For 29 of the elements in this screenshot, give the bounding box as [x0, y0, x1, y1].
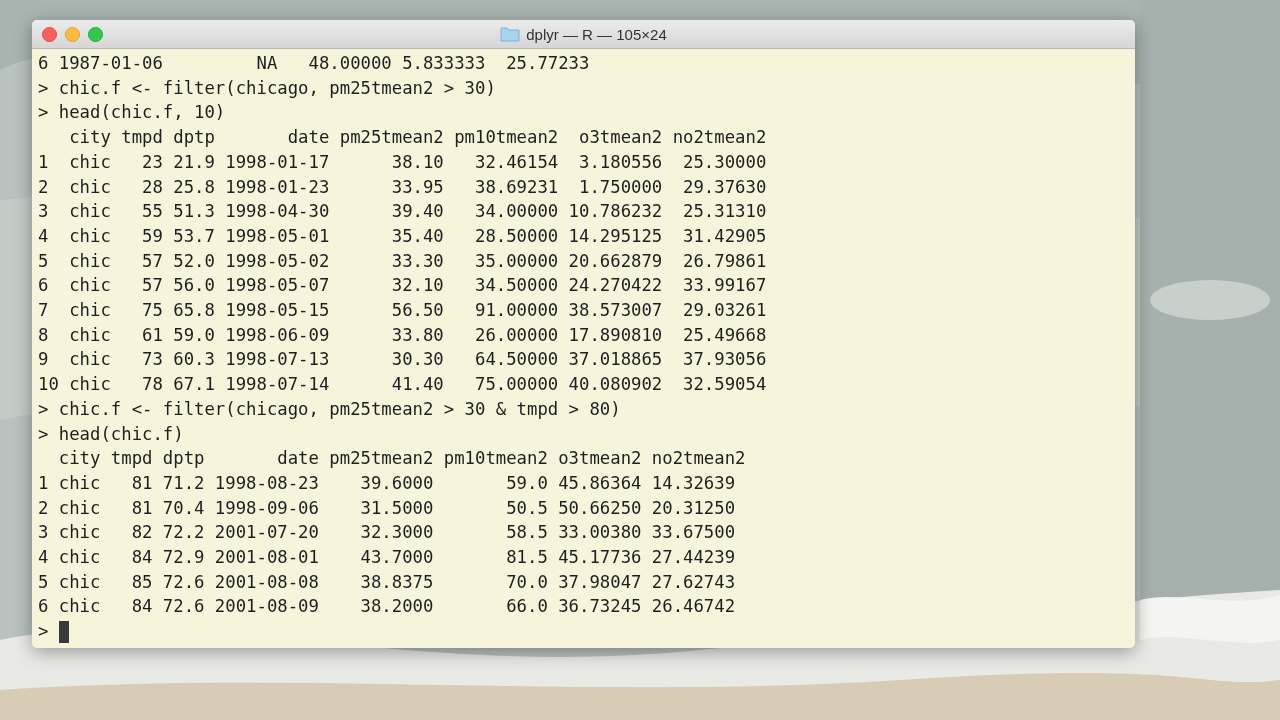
terminal-line: city tmpd dptp date pm25tmean2 pm10tmean2 o3tmean2 no2tmean2: [68, 126, 767, 150]
terminal-line: > chic.f <- filter(chicago, pm25tmean2 > 30): [38, 76, 496, 100]
terminal-line: 4 chic 84 72.9 2001-08-01 43.7000 81.5 45.17736 27.44239: [38, 546, 736, 570]
terminal-line: 1 chic 81 71.2 1998-08-23 39.6000 59.0 45.86364 14.32639: [38, 471, 736, 495]
terminal-line: 5 chic 57 52.0 1998-05-02 33.30 35.00000 20.662879 26.79861: [38, 249, 767, 273]
terminal-line: 2 chic 81 70.4 1998-09-06 31.5000 50.5 50.66250 20.31250: [38, 496, 736, 520]
terminal-line: 3 chic 55 51.3 1998-04-30 39.40 34.00000 10.786232 25.31310: [38, 200, 767, 224]
zoom-button[interactable]: [88, 26, 103, 42]
terminal-line: 10 chic 78 67.1 1998-07-14 41.40 75.00000 40.080902 32.59054: [38, 373, 767, 397]
window-title: dplyr — R — 105×24: [526, 25, 667, 43]
terminal-line: > head(chic.f): [38, 422, 184, 446]
terminal-line: > chic.f <- filter(chicago, pm25tmean2 > 30 & tmpd > 80): [38, 397, 621, 421]
terminal-line: 6 chic 57 56.0 1998-05-07 32.10 34.50000 24.270422 33.99167: [38, 274, 767, 298]
terminal-line: city tmpd dptp date pm25tmean2 pm10tmean2 o3tmean2 no2tmean2: [57, 447, 746, 471]
terminal-line: 2 chic 28 25.8 1998-01-23 33.95 38.69231 1.750000 29.37630: [38, 175, 767, 199]
terminal-line: 1 chic 23 21.9 1998-01-17 38.10 32.46154 3.180556 25.30000: [38, 150, 767, 174]
terminal-line: 9 chic 73 60.3 1998-07-13 30.30 64.50000 37.018865 37.93056: [38, 348, 767, 372]
terminal-line: 8 chic 61 59.0 1998-06-09 33.80 26.00000 17.890810 25.49668: [38, 323, 767, 347]
folder-icon: [500, 26, 521, 42]
prompt: >: [38, 620, 50, 644]
terminal-line: 6 1987-01-06 NA 48.00000 5.833333 25.77233: [38, 52, 590, 75]
terminal-line: > head(chic.f, 10): [38, 101, 226, 125]
terminal-line: 7 chic 75 65.8 1998-05-15 56.50 91.00000 38.573007 29.03261: [38, 299, 767, 323]
terminal-line: 6 chic 84 72.6 2001-08-09 38.2000 66.0 36.73245 26.46742: [38, 595, 736, 619]
minimize-button[interactable]: [65, 26, 80, 42]
close-button[interactable]: [42, 26, 57, 42]
terminal-line: 4 chic 59 53.7 1998-05-01 35.40 28.50000 14.295125 31.42905: [38, 224, 767, 248]
terminal-line: 5 chic 85 72.6 2001-08-08 38.8375 70.0 37.98047 27.62743: [38, 570, 736, 594]
terminal-line: 3 chic 82 72.2 2001-07-20 32.3000 58.5 33.00380 33.67500: [38, 521, 736, 545]
